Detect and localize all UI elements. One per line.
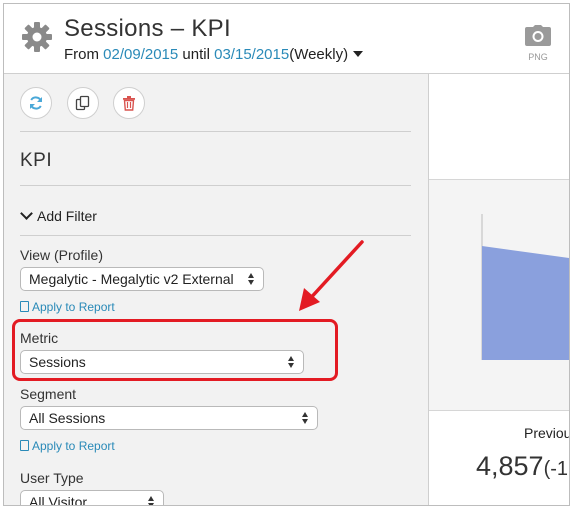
annotation-arrow bbox=[299, 240, 364, 311]
report-editor: Sessions – KPI From 02/09/2015 until 03/… bbox=[3, 3, 570, 506]
